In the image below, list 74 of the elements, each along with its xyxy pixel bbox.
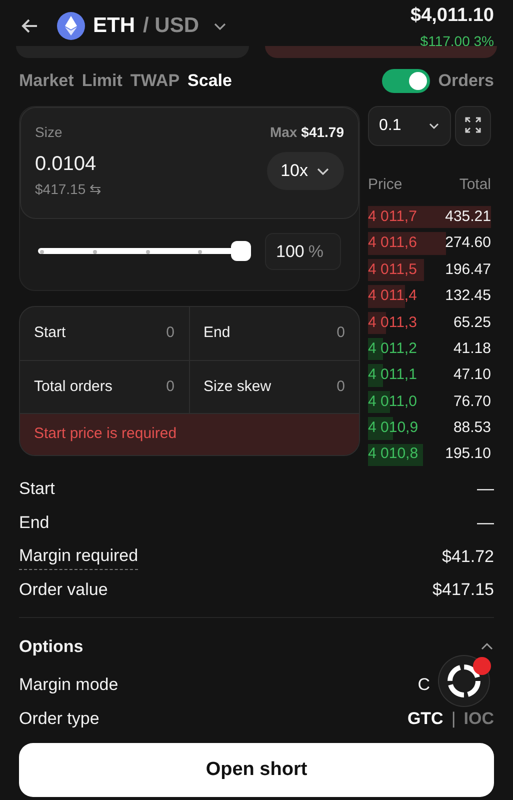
open-short-button[interactable]: Open short: [19, 743, 494, 798]
price-text: $4,011.10: [410, 4, 494, 28]
total-cell-text: 195.10: [445, 444, 491, 464]
field-label: Size skew: [204, 376, 272, 396]
swap-icon[interactable]: ⇆: [90, 178, 102, 200]
slider-thumb[interactable]: [231, 241, 251, 262]
summary-label: End: [19, 512, 50, 534]
field-label: Total orders: [34, 376, 112, 396]
margin-mode-value[interactable]: C: [418, 672, 430, 698]
summary-value: $417.15: [432, 579, 494, 602]
field-label: Start: [34, 323, 66, 343]
price-cell[interactable]: 4 011,0: [368, 390, 417, 414]
pair-selector[interactable]: ETH / USD: [93, 10, 228, 42]
total-cell-text: 274.60: [445, 233, 491, 254]
summary-label: Margin required: [19, 543, 138, 570]
order-type-tab[interactable]: Scale: [184, 68, 236, 94]
leverage-selector[interactable]: 10x: [266, 152, 344, 190]
summary-label: Start: [19, 478, 55, 500]
total-cell-text: 435.21: [445, 206, 491, 227]
size-value: 0.0104: [35, 152, 98, 176]
separator: |: [451, 708, 456, 730]
total-cell-text: 196.47: [445, 260, 491, 280]
number-field[interactable]: 0: [305, 376, 345, 398]
price-change: $117.00 3%: [419, 32, 494, 50]
order-type-option[interactable]: GTC: [407, 706, 444, 732]
total-cell-text: 47.10: [453, 365, 491, 386]
price-cell[interactable]: 4 011,5: [368, 258, 417, 282]
max-value: $41.79: [301, 122, 344, 142]
error-message: Start price is required: [20, 414, 359, 454]
coin-icon: [57, 12, 85, 40]
order-type-tab[interactable]: TWAP: [126, 68, 184, 94]
loader-icon[interactable]: [439, 656, 489, 706]
price-cell[interactable]: 4 011,4: [368, 285, 417, 308]
order-type-option[interactable]: IOC: [464, 706, 494, 732]
tick-size-select[interactable]: 0.1: [368, 106, 451, 146]
depth-bar: [368, 364, 383, 387]
number-field[interactable]: 0: [134, 376, 174, 398]
options-heading: Options: [19, 636, 84, 658]
slider[interactable]: [38, 241, 249, 262]
price-cell[interactable]: 4 011,7: [368, 206, 417, 228]
orders-label: Orders: [438, 70, 494, 92]
summary-value: $41.72: [442, 546, 494, 568]
total-cell-text: 76.70: [453, 392, 491, 412]
total-cell-text: 65.25: [453, 312, 491, 332]
usd-value: $417.15: [35, 180, 86, 198]
number-field[interactable]: 0: [134, 322, 174, 344]
column-header: Price: [368, 174, 402, 194]
option-label: Order type: [19, 708, 100, 730]
number-field[interactable]: 0: [305, 322, 345, 344]
expand-icon[interactable]: [454, 106, 491, 146]
summary-label: Order value: [19, 579, 108, 602]
depth-bar: [368, 444, 424, 466]
size-label: Size: [35, 122, 62, 142]
option-label: Margin mode: [19, 674, 118, 696]
order-type-tab[interactable]: Limit: [78, 68, 126, 94]
total-cell-text: 132.45: [445, 286, 491, 306]
depth-bar: [368, 338, 383, 360]
price-cell[interactable]: 4 011,1: [368, 364, 417, 387]
price-cell[interactable]: 4 011,2: [368, 338, 417, 360]
summary-value: —: [477, 478, 494, 500]
price-cell[interactable]: 4 010,9: [368, 417, 418, 440]
total-cell-text: 41.18: [453, 338, 491, 359]
total-cell-text: 88.53: [453, 418, 491, 438]
max-label: Max: [270, 122, 298, 142]
depth-bar: [368, 258, 424, 282]
order-type-tab[interactable]: Market: [15, 68, 78, 94]
field-label: End: [204, 323, 230, 343]
price-cell[interactable]: 4 010,8: [368, 443, 418, 466]
price-cell[interactable]: 4 011,6: [368, 232, 417, 255]
percent-field[interactable]: 100 %: [265, 232, 341, 270]
orders-toggle[interactable]: [382, 68, 430, 93]
summary-value: —: [477, 512, 494, 534]
price-cell[interactable]: 4 011,3: [368, 312, 417, 334]
column-header: Total: [459, 174, 491, 194]
